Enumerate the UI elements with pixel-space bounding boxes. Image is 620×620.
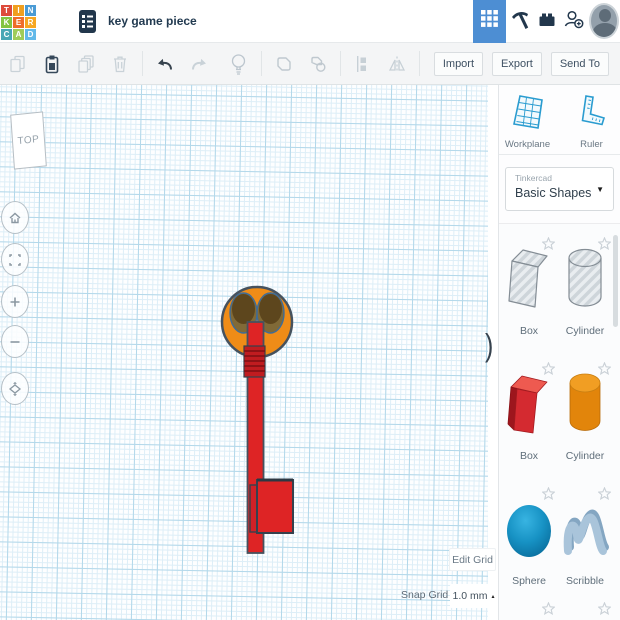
pickaxe-icon — [509, 8, 531, 35]
dashboard-button[interactable] — [473, 0, 506, 43]
align-button[interactable] — [351, 52, 375, 76]
key-bit[interactable] — [256, 479, 294, 534]
shape-tile-partial[interactable] — [559, 600, 612, 620]
helper-tools: Workplane Ruler — [499, 85, 620, 155]
shape-label: Box — [519, 325, 539, 337]
shape-label: Cylinder — [565, 325, 605, 337]
brick-icon — [537, 9, 557, 34]
logo-tile: A — [13, 28, 24, 40]
shape-label: Cylinder — [565, 450, 605, 462]
group-button[interactable] — [272, 52, 296, 76]
shape-label: Box — [519, 450, 539, 462]
tinkercad-logo[interactable]: T I N K E R C A D — [1, 4, 36, 40]
favorite-star-icon[interactable] — [597, 601, 612, 620]
toolbar-divider — [260, 51, 262, 76]
snap-grid-dropdown[interactable]: 1.0 mm ▴ — [450, 584, 497, 608]
show-all-button[interactable] — [227, 52, 251, 76]
paste-button[interactable] — [40, 52, 64, 76]
logo-tile: C — [1, 28, 12, 40]
workplane-tool[interactable]: Workplane — [504, 93, 552, 154]
logo-tile: N — [25, 4, 36, 16]
copy-button[interactable] — [6, 52, 30, 76]
logo-tile: T — [1, 4, 12, 16]
scribble-thumbnail — [560, 503, 610, 564]
striped-box-thumbnail — [507, 247, 551, 314]
home-view-button[interactable] — [1, 201, 29, 234]
profile-avatar[interactable] — [589, 3, 619, 39]
shape-tile-box-hole[interactable]: Box — [503, 235, 556, 343]
view-cube[interactable]: TOP — [10, 111, 47, 170]
shape-label: Sphere — [512, 575, 546, 587]
fit-view-button[interactable] — [1, 243, 29, 276]
brick-export-button[interactable] — [534, 7, 559, 35]
shape-tile-cylinder[interactable]: Cylinder — [559, 360, 612, 468]
workplane-icon — [511, 93, 545, 139]
shape-label: Scribble — [566, 575, 604, 587]
logo-tile: R — [25, 16, 36, 28]
shape-library-dropdown[interactable]: Tinkercad Basic Shapes ▼ — [505, 167, 614, 211]
zoom-out-button[interactable] — [1, 325, 29, 358]
shapes-panel: Workplane Ruler Tinkercad Basic Shapes ▼ — [498, 85, 620, 620]
logo-tile: I — [13, 4, 24, 16]
workplane-label: Workplane — [504, 139, 551, 150]
design-properties-icon[interactable] — [78, 9, 97, 34]
title-bar-actions — [473, 0, 620, 43]
perspective-toggle-button[interactable] — [1, 372, 29, 405]
sphere-thumbnail — [505, 503, 553, 566]
favorite-star-icon[interactable] — [541, 601, 556, 620]
toolbar-divider — [418, 51, 420, 76]
logo-tile: K — [1, 16, 12, 28]
caret-down-icon: ▼ — [596, 185, 604, 194]
ruler-label: Ruler — [580, 139, 603, 150]
shape-tile-scribble[interactable]: Scribble — [559, 485, 612, 593]
snap-grid-value: 1.0 mm — [452, 590, 488, 602]
mirror-button[interactable] — [385, 52, 409, 76]
add-user-button[interactable] — [561, 7, 586, 35]
logo-tile: D — [25, 28, 36, 40]
library-name: Basic Shapes — [515, 186, 592, 200]
toolbar-divider — [339, 51, 341, 76]
redo-button[interactable] — [187, 52, 211, 76]
edit-grid-button[interactable]: Edit Grid — [449, 548, 496, 571]
avatar-silhouette — [593, 23, 617, 37]
red-box-thumbnail — [507, 372, 551, 439]
striped-cylinder-thumbnail — [567, 247, 603, 314]
key-object[interactable] — [215, 282, 315, 572]
document-title[interactable]: key game piece — [108, 14, 197, 28]
orange-cylinder-thumbnail — [567, 372, 603, 439]
ruler-tool[interactable]: Ruler — [568, 93, 616, 154]
grid-icon — [481, 10, 498, 32]
panel-scrollbar[interactable] — [613, 235, 618, 327]
snap-grid-label: Snap Grid — [401, 589, 449, 601]
avatar-silhouette — [599, 9, 611, 22]
shape-tile-box[interactable]: Box — [503, 360, 556, 468]
logo-tile: E — [13, 16, 24, 28]
delete-button[interactable] — [108, 52, 132, 76]
export-button[interactable]: Export — [492, 51, 542, 76]
minecraft-export-button[interactable] — [507, 7, 532, 35]
title-bar: T I N K E R C A D key game piece — [0, 0, 620, 43]
toolbar-divider — [142, 51, 143, 76]
library-vendor: Tinkercad — [515, 173, 553, 183]
person-plus-icon — [563, 8, 585, 35]
ungroup-button[interactable] — [306, 52, 330, 76]
panel-collapse-chevron[interactable]: ) — [485, 330, 493, 362]
key-collar — [243, 345, 266, 378]
duplicate-button[interactable] — [74, 52, 98, 76]
edit-toolbar: Import Export Send To — [0, 43, 620, 85]
edit-grid-label: Edit Grid — [452, 553, 493, 566]
shape-tile-sphere[interactable]: Sphere — [503, 485, 556, 593]
send-to-button[interactable]: Send To — [550, 51, 609, 76]
shape-tile-cylinder-hole[interactable]: Cylinder — [559, 235, 612, 343]
view-cube-label: TOP — [17, 133, 40, 148]
caret-up-icon: ▴ — [491, 593, 495, 600]
workplane-canvas[interactable]: TOP Edit Grid Snap Grid 1.0 mm ▴) — [0, 85, 498, 620]
shape-tile-partial[interactable] — [503, 600, 556, 620]
import-button[interactable]: Import — [433, 51, 484, 76]
zoom-in-button[interactable] — [1, 285, 29, 318]
undo-button[interactable] — [153, 52, 177, 76]
ruler-icon — [577, 93, 607, 139]
